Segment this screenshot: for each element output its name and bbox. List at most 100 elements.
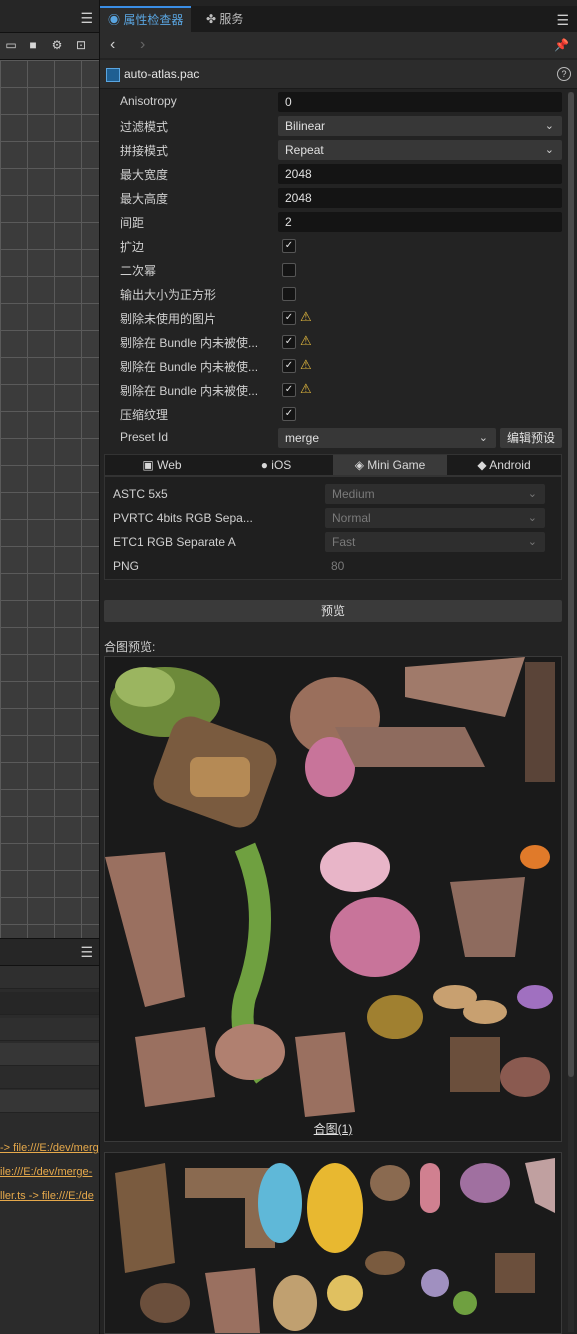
scene-panel: ☰ ▭ ■ ⚙ ⊡ ☰ -> file:///E:/dev/merg ile:/… [0,0,100,1334]
png-quality[interactable]: 80 [331,559,344,573]
property-label: 剔除未使用的图片 [120,312,217,326]
property-checkbox[interactable]: ✓ [282,407,296,421]
console-row [0,992,99,1015]
property-label: Anisotropy [120,94,177,108]
format-row: PNG 80 [113,559,345,573]
back-icon[interactable]: ‹ [110,36,115,54]
chevron-down-icon: ⌄ [527,512,537,524]
warning-icon: ⚠ [300,309,312,324]
panel-menu-icon[interactable]: ☰ [556,12,569,29]
property-row: 输出大小为正方形 [104,282,562,306]
tab-services[interactable]: ✤ 服务 [198,6,251,32]
tab-web[interactable]: ▣ Web [105,455,219,475]
property-row: 剔除在 Bundle 内未被使... ✓ ⚠ [104,330,562,354]
chevron-down-icon: ⌄ [544,144,554,156]
property-row: 剔除未使用的图片 ✓ ⚠ [104,306,562,330]
property-row: 剔除在 Bundle 内未被使... ✓ ⚠ [104,378,562,402]
help-icon[interactable]: ? [557,67,571,81]
property-label: 过滤模式 [120,120,169,134]
preset-row: Preset Id merge ⌄ 编辑预设 [104,426,562,450]
property-checkbox[interactable]: ✓ [282,311,296,325]
scene-panel-header: ☰ [0,0,99,33]
platform-tabs: ▣ Web ● iOS ◈ Mini Game ◆ Android [104,454,562,476]
frame-icon[interactable]: ▭ [4,38,18,52]
property-input[interactable]: 0 [278,92,562,112]
camera-icon[interactable]: ■ [26,38,40,52]
property-row: Anisotropy 0 [104,90,562,114]
edit-preset-button[interactable]: 编辑预设 [500,428,562,448]
console-row [0,1066,99,1089]
property-row: 过滤模式 Bilinear ⌄ [104,114,562,138]
fit-icon[interactable]: ⊡ [74,38,88,52]
nav-row: ‹ › 📌 [100,32,577,58]
atlas-preview-label: 合图预览: [104,640,156,654]
property-row: 二次幂 [104,258,562,282]
chevron-down-icon: ⌄ [478,432,488,444]
quality-select[interactable]: Normal ⌄ [325,508,545,528]
property-label: 最大高度 [120,192,169,206]
property-label: 输出大小为正方形 [120,288,217,302]
console-menu-icon[interactable]: ☰ [80,944,93,961]
property-checkbox[interactable] [282,263,296,277]
quality-select[interactable]: Medium ⌄ [325,484,545,504]
property-checkbox[interactable] [282,287,296,301]
property-row: 拼接模式 Repeat ⌄ [104,138,562,162]
inspector-icon: ◉ [108,13,121,27]
format-row: PVRTC 4bits RGB Sepa... Normal ⌄ [113,507,553,529]
quality-select[interactable]: Fast ⌄ [325,532,545,552]
warning-icon: ⚠ [300,357,312,372]
property-select[interactable]: Repeat ⌄ [278,140,562,160]
tab-inspector[interactable]: ◉ 属性检查器 [100,6,192,32]
pin-icon[interactable]: 📌 [554,38,569,52]
property-label: 拼接模式 [120,144,169,158]
format-list: ASTC 5x5 Medium ⌄ PVRTC 4bits RGB Sepa...… [104,476,562,580]
image-file-icon [106,68,120,82]
property-row: 剔除在 Bundle 内未被使... ✓ ⚠ [104,354,562,378]
atlas-caption-link[interactable]: 合图(1) [105,1120,561,1137]
format-row: ETC1 RGB Separate A Fast ⌄ [113,531,553,553]
atlas-sprites [105,657,555,1117]
gear-icon[interactable]: ⚙ [50,38,64,52]
tab-minigame[interactable]: ◈ Mini Game [333,455,447,475]
property-input[interactable]: 2048 [278,164,562,184]
tab-ios[interactable]: ● iOS [219,455,333,475]
warning-icon: ⚠ [300,333,312,348]
format-row: ASTC 5x5 Medium ⌄ [113,483,553,505]
panel-menu-icon[interactable]: ☰ [80,10,93,27]
property-checkbox[interactable]: ✓ [282,335,296,349]
property-checkbox[interactable]: ✓ [282,359,296,373]
scrollbar-thumb[interactable] [568,92,574,1077]
atlas-sprites [115,1158,555,1333]
property-label: 剔除在 Bundle 内未被使... [120,336,259,350]
property-row: 间距 2 [104,210,562,234]
chevron-down-icon: ⌄ [544,120,554,132]
property-label: 二次幂 [120,264,157,278]
apple-icon: ● [260,458,268,472]
console-header: ☰ [0,938,99,966]
property-select[interactable]: Bilinear ⌄ [278,116,562,136]
preview-button[interactable]: 预览 [104,600,562,622]
console-link[interactable]: ile:///E:/dev/merge- [0,1166,99,1178]
property-input[interactable]: 2 [278,212,562,232]
property-checkbox[interactable]: ✓ [282,383,296,397]
scene-grid[interactable] [0,60,99,938]
forward-icon[interactable]: › [140,36,145,54]
console-row [0,966,99,989]
console-link[interactable]: ller.ts -> file:///E:/de [0,1190,99,1202]
preset-select[interactable]: merge ⌄ [278,428,496,448]
asset-name: auto-atlas.pac [124,67,200,81]
property-row: 最大高度 2048 [104,186,562,210]
tab-android[interactable]: ◆ Android [447,455,561,475]
atlas-preview-image [104,1152,562,1334]
chevron-down-icon: ⌄ [527,536,537,548]
property-row: 扩边 ✓ [104,234,562,258]
property-label: 剔除在 Bundle 内未被使... [120,360,259,374]
property-label: 最大宽度 [120,168,169,182]
property-checkbox[interactable]: ✓ [282,239,296,253]
android-icon: ◆ [477,458,487,472]
chevron-down-icon: ⌄ [527,488,537,500]
property-row: 压缩纹理 ✓ [104,402,562,426]
console-link[interactable]: -> file:///E:/dev/merg [0,1142,99,1154]
tab-bar: ◉ 属性检查器 ✤ 服务 ☰ [100,6,577,32]
property-input[interactable]: 2048 [278,188,562,208]
